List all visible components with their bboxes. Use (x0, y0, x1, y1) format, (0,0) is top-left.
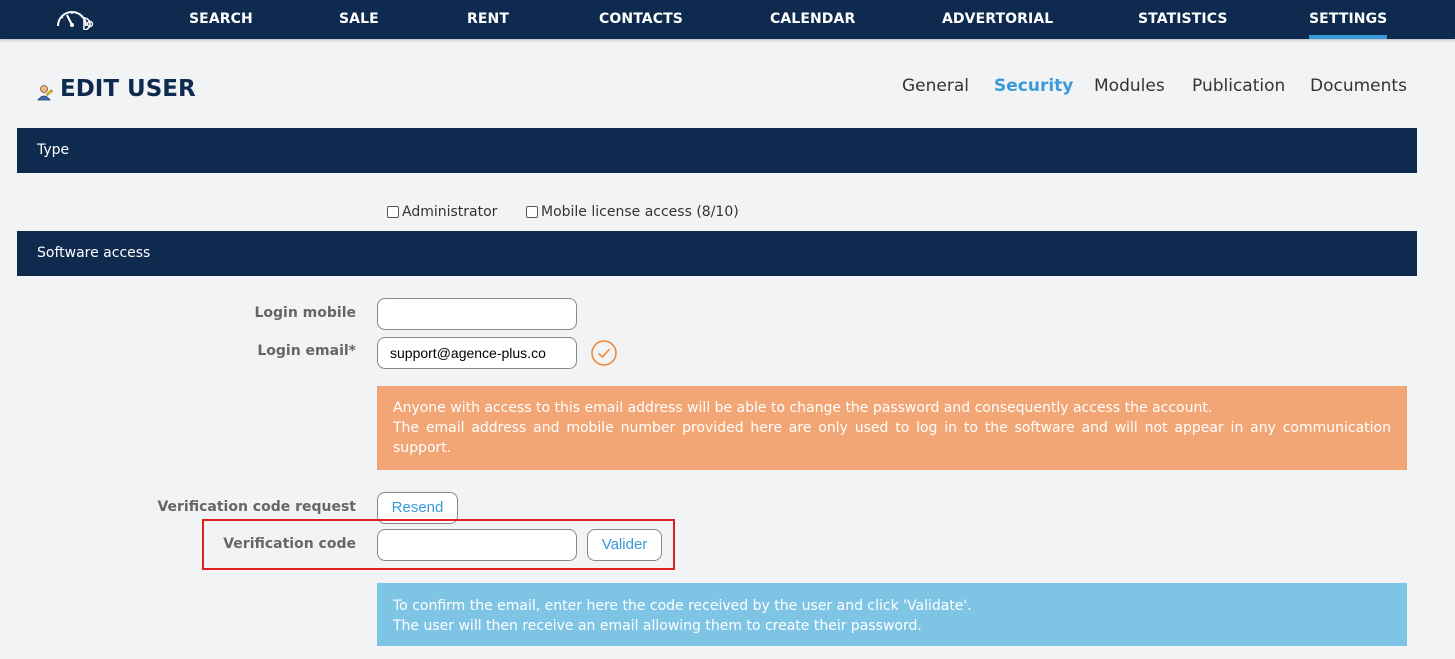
tab-publication[interactable]: Publication (1192, 76, 1285, 96)
administrator-checkbox-row[interactable]: Administrator (387, 204, 497, 220)
nav-sale[interactable]: SALE (339, 0, 379, 39)
speedometer-icon[interactable] (54, 4, 98, 30)
login-email-input[interactable]: support@agence-plus.co (377, 337, 577, 369)
mobile-license-label: Mobile license access (8/10) (541, 204, 739, 220)
nav-calendar[interactable]: CALENDAR (770, 0, 855, 39)
tab-documents[interactable]: Documents (1310, 76, 1407, 96)
administrator-checkbox[interactable] (387, 206, 399, 218)
verification-info-line-2: The user will then receive an email allo… (393, 618, 922, 634)
verification-info-notice: To confirm the email, enter here the cod… (377, 583, 1407, 646)
verification-code-highlight (202, 519, 675, 570)
page-header: EDIT USER (36, 74, 196, 104)
check-circle-icon (591, 340, 617, 366)
nav-settings[interactable]: SETTINGS (1309, 0, 1388, 39)
user-edit-icon (37, 85, 54, 101)
tab-modules[interactable]: Modules (1094, 76, 1165, 96)
verification-info-line-1: To confirm the email, enter here the cod… (393, 598, 972, 614)
mobile-license-checkbox-row[interactable]: Mobile license access (8/10) (526, 204, 739, 220)
nav-rent[interactable]: RENT (467, 0, 509, 39)
nav-statistics[interactable]: STATISTICS (1138, 0, 1228, 39)
top-navigation-bar: SEARCH SALE RENT CONTACTS CALENDAR ADVER… (0, 0, 1455, 39)
login-email-label: Login email* (257, 343, 356, 359)
administrator-label: Administrator (402, 204, 498, 220)
verification-request-label: Verification code request (157, 499, 356, 515)
login-mobile-label: Login mobile (254, 305, 356, 321)
email-warning-line-2: The email address and mobile number prov… (393, 420, 1391, 456)
nav-search[interactable]: SEARCH (189, 0, 253, 39)
login-mobile-input[interactable] (377, 298, 577, 330)
email-warning-notice: Anyone with access to this email address… (377, 386, 1407, 470)
section-header-software-access: Software access (17, 231, 1417, 276)
nav-advertorial[interactable]: ADVERTORIAL (942, 0, 1053, 39)
section-header-type: Type (17, 128, 1417, 173)
nav-contacts[interactable]: CONTACTS (599, 0, 683, 39)
email-warning-line-1: Anyone with access to this email address… (393, 400, 1213, 416)
tab-security[interactable]: Security (994, 76, 1073, 96)
tab-general[interactable]: General (902, 76, 969, 96)
page-title: EDIT USER (60, 76, 196, 102)
mobile-license-checkbox[interactable] (526, 206, 538, 218)
